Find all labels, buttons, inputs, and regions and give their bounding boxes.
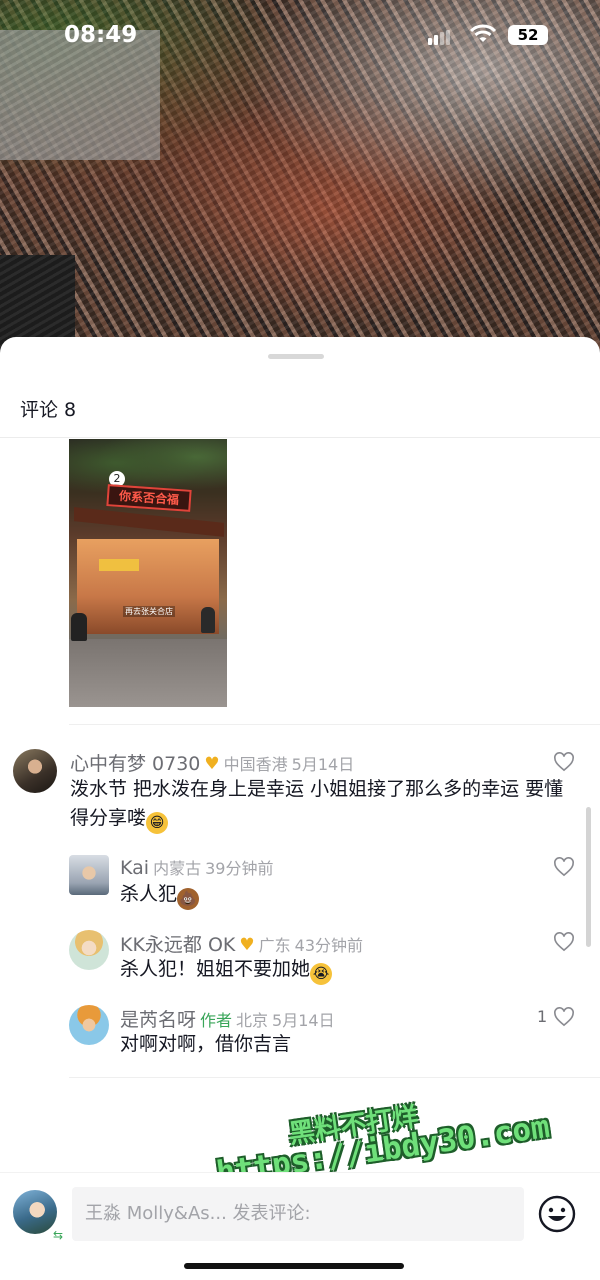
- sheet-grabber[interactable]: [268, 354, 324, 359]
- replier-name[interactable]: Kai: [120, 857, 149, 879]
- thumb-person: [71, 613, 87, 641]
- comment-meta: 心中有梦 0730 ♥ 中国香港 5月14日: [70, 749, 354, 776]
- status-bar: 08:49 52: [0, 0, 600, 70]
- thumb-shop-sign: 你系否合福: [106, 484, 192, 512]
- comments-count-title: 评论 8: [20, 399, 77, 421]
- divider: [0, 437, 600, 438]
- comment-text-content: 泼水节 把水泼在身上是幸运 小姐姐接了那么多的幸运 要懂得分享喽: [70, 778, 564, 829]
- author-avatar[interactable]: [69, 1005, 109, 1045]
- heart-icon[interactable]: [553, 932, 575, 952]
- thumb-roof: [74, 507, 224, 537]
- scrollbar[interactable]: [586, 807, 591, 947]
- divider: [69, 724, 600, 725]
- reply-meta: KK永远都 OK ♥ 广东 43分钟前: [120, 930, 363, 957]
- reply-text: 杀人犯！姐姐不要加她 😭: [120, 955, 333, 985]
- thumb-road: [69, 639, 227, 707]
- replier-name[interactable]: 是芮名呀: [120, 1009, 196, 1031]
- attached-video-thumbnail[interactable]: 2 你系否合福 再去张关合店: [69, 439, 227, 707]
- heart-icon[interactable]: [553, 1007, 575, 1027]
- emoji-icon[interactable]: [538, 1195, 576, 1233]
- divider: [69, 1077, 600, 1078]
- video-building-dark: [0, 255, 75, 350]
- reply-text-content: 杀人犯！姐姐不要加她: [120, 958, 311, 980]
- reply-time: 5月14日: [272, 1011, 335, 1030]
- reply-text: 杀人犯 💩: [120, 880, 200, 910]
- badge-icon: ♥: [239, 935, 255, 955]
- comment-time: 5月14日: [291, 755, 355, 774]
- commenter-name[interactable]: 心中有梦 0730: [70, 753, 200, 775]
- comment-input[interactable]: 王淼 Molly&As... 发表评论:: [72, 1187, 524, 1241]
- reply-text: 对啊对啊，借你吉言: [120, 1033, 292, 1055]
- comment-location: 中国香港: [223, 755, 288, 774]
- reply-avatar[interactable]: [69, 930, 109, 970]
- reply-time: 39分钟前: [205, 859, 274, 878]
- heart-icon[interactable]: [553, 857, 575, 877]
- battery-icon: 52: [508, 25, 548, 45]
- comment-text: 泼水节 把水泼在身上是幸运 小姐姐接了那么多的幸运 要懂得分享喽 😁: [70, 775, 568, 834]
- reply-text-content: 杀人犯: [120, 883, 178, 905]
- thumb-caption: 再去张关合店: [123, 606, 175, 617]
- thumb-small-sign: [99, 559, 139, 571]
- reply-meta: Kai 内蒙古 39分钟前: [120, 855, 273, 879]
- thumb-shopfront: [77, 539, 219, 634]
- wifi-icon: [470, 24, 496, 42]
- reply-time: 43分钟前: [294, 936, 364, 955]
- badge-icon: ♥: [204, 754, 220, 774]
- replier-name[interactable]: KK永远都 OK: [120, 934, 235, 956]
- reply-meta: 是芮名呀 作者 北京 5月14日: [120, 1005, 335, 1032]
- home-indicator: [184, 1263, 404, 1269]
- reply-location: 广东: [258, 936, 291, 955]
- reply-location: 内蒙古: [153, 859, 202, 878]
- emoji-grin-icon: 😁: [146, 812, 169, 834]
- thumb-person: [201, 607, 215, 633]
- switch-account-icon[interactable]: ⇆: [50, 1227, 66, 1243]
- author-tag: 作者: [200, 1011, 233, 1030]
- status-time: 08:49: [64, 22, 138, 48]
- like-count: 1: [537, 1007, 548, 1026]
- emoji-poop-icon: 💩: [177, 888, 200, 910]
- emoji-cry-icon: 😭: [310, 963, 333, 985]
- reply-avatar[interactable]: [69, 855, 109, 895]
- reply-location: 北京: [236, 1011, 269, 1030]
- heart-icon[interactable]: [553, 752, 575, 772]
- commenter-avatar[interactable]: [13, 749, 57, 793]
